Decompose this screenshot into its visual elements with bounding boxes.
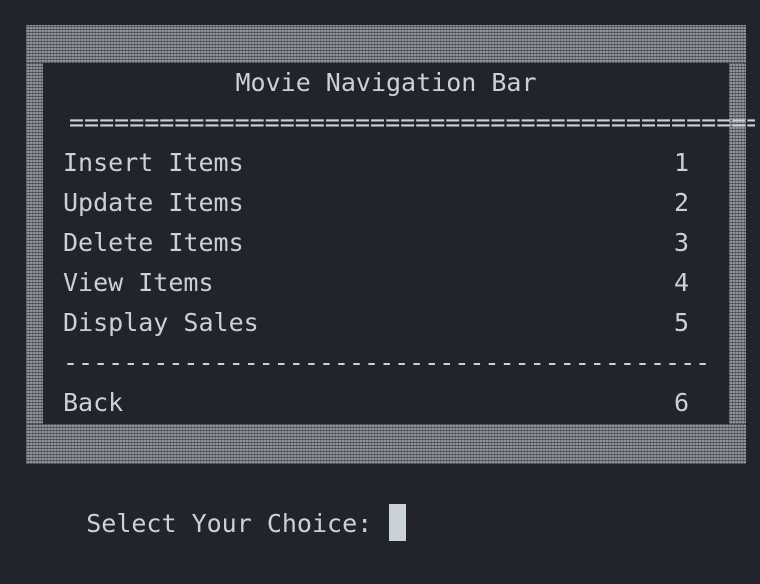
menu-item-back[interactable]: Back 6	[26, 383, 746, 423]
menu-item-label: Update Items	[63, 188, 244, 217]
menu-item-update-items[interactable]: Update Items 2	[26, 183, 746, 223]
menu-item-key: 1	[673, 148, 689, 177]
menu-title-row: Movie Navigation Bar	[26, 63, 746, 103]
menu-item-display-sales[interactable]: Display Sales 5	[26, 303, 746, 343]
menu-title: Movie Navigation Bar	[235, 68, 537, 97]
menu-item-label: View Items	[63, 268, 214, 297]
menu-item-view-items[interactable]: View Items 4	[26, 263, 746, 303]
menu-item-key: 5	[673, 308, 689, 337]
menu-top-border	[26, 25, 746, 63]
menu-item-key: 4	[673, 268, 689, 297]
menu-item-label: Delete Items	[63, 228, 244, 257]
separator-equals: ========================================…	[69, 108, 755, 137]
menu-item-key: 2	[673, 188, 689, 217]
text-cursor	[389, 504, 407, 541]
menu-item-label: Display Sales	[63, 308, 259, 337]
menu-separator-top-row: ========================================…	[26, 103, 755, 143]
menu-item-label: Back	[63, 388, 124, 417]
terminal-window: Movie Navigation Bar ===================…	[0, 0, 760, 541]
menu-item-label: Insert Items	[63, 148, 244, 177]
menu-bottom-border	[26, 424, 746, 464]
choice-prompt[interactable]: Select Your Choice:	[26, 464, 407, 584]
menu-separator-bottom-row: ----------------------------------------…	[26, 343, 746, 383]
menu-item-delete-items[interactable]: Delete Items 3	[26, 223, 746, 263]
menu-item-key: 3	[673, 228, 689, 257]
separator-dashes: ----------------------------------------…	[63, 348, 711, 377]
menu-item-insert-items[interactable]: Insert Items 1	[26, 143, 746, 183]
menu-item-key: 6	[673, 388, 689, 417]
prompt-text: Select Your Choice:	[86, 509, 388, 538]
